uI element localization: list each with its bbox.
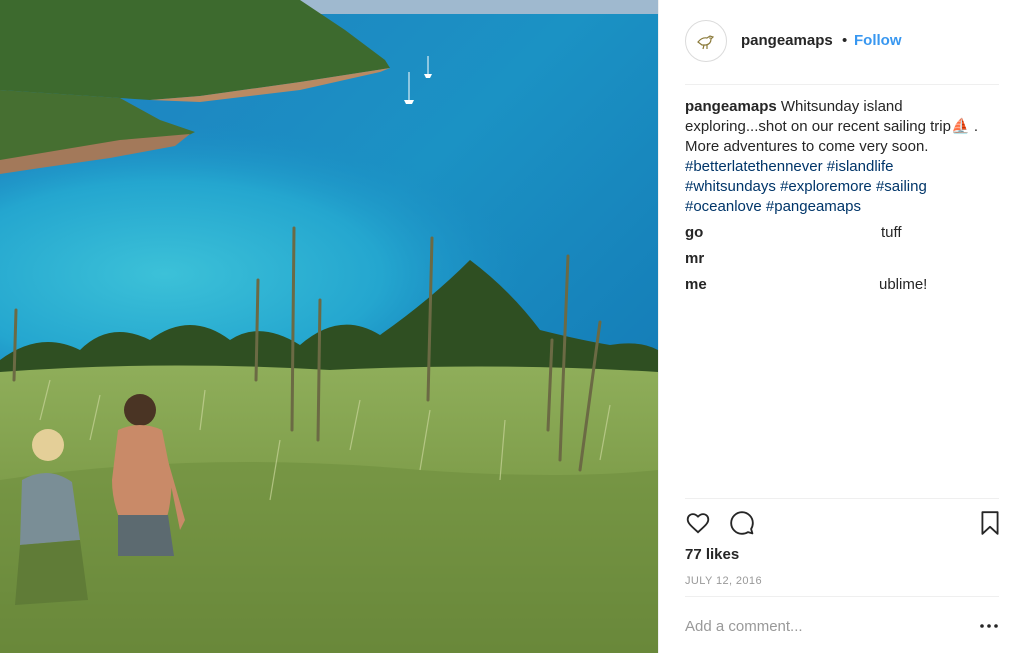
actions-divider [685, 498, 999, 499]
post-caption: pangeamaps Whitsunday island exploring..… [685, 97, 1005, 217]
header-username[interactable]: pangeamaps [741, 32, 833, 49]
comment-divider [685, 596, 999, 597]
comment-item: go tuff [685, 224, 1005, 244]
hashtag[interactable]: #whitsundays [685, 178, 776, 195]
hashtag[interactable]: #islandlife [827, 158, 894, 175]
caption-text-2: exploring...shot on our recent sailing t… [685, 118, 978, 135]
more-options-button[interactable] [977, 614, 1001, 638]
header-divider [685, 84, 999, 85]
caption-text-1: Whitsunday island [776, 98, 903, 115]
caption-text-3: More adventures to come very soon. [685, 138, 929, 155]
follow-button[interactable]: Follow [854, 32, 902, 49]
hashtag[interactable]: #sailing [876, 178, 927, 195]
post-sidebar: pangeamaps • Follow pangeamaps Whitsunda… [658, 0, 1024, 653]
more-dots-icon [980, 624, 998, 628]
hashtag[interactable]: #exploremore [780, 178, 872, 195]
hashtag[interactable]: #pangeamaps [766, 198, 861, 215]
hashtag[interactable]: #betterlatethennever [685, 158, 823, 175]
comment-username[interactable]: mr [685, 250, 704, 267]
add-comment-input[interactable]: Add a comment... [685, 618, 975, 635]
hashtag[interactable]: #oceanlove [685, 198, 762, 215]
comment-text: tuff [881, 224, 902, 241]
comment-item: me ublime! [685, 276, 1005, 296]
comment-item: mr [685, 250, 1005, 270]
island-photo-illustration [0, 0, 658, 653]
action-bar [685, 510, 1003, 538]
header-separator: • [842, 32, 848, 49]
likes-count[interactable]: 77 likes [685, 546, 739, 563]
like-button[interactable] [685, 510, 713, 538]
save-button[interactable] [977, 510, 1005, 538]
bookmark-icon [981, 511, 999, 535]
comment-text: ublime! [879, 276, 928, 293]
comment-username[interactable]: go [685, 224, 703, 241]
comment-bubble-icon [730, 511, 754, 535]
comment-username[interactable]: me [685, 276, 707, 293]
comment-button[interactable] [729, 510, 757, 538]
post-date[interactable]: JULY 12, 2016 [685, 575, 762, 587]
post-photo[interactable] [0, 0, 658, 653]
post-header: pangeamaps • Follow [659, 0, 1024, 84]
heart-icon [686, 513, 710, 534]
bird-logo-icon [697, 35, 715, 50]
caption-username[interactable]: pangeamaps [685, 98, 777, 115]
avatar[interactable] [685, 20, 727, 62]
